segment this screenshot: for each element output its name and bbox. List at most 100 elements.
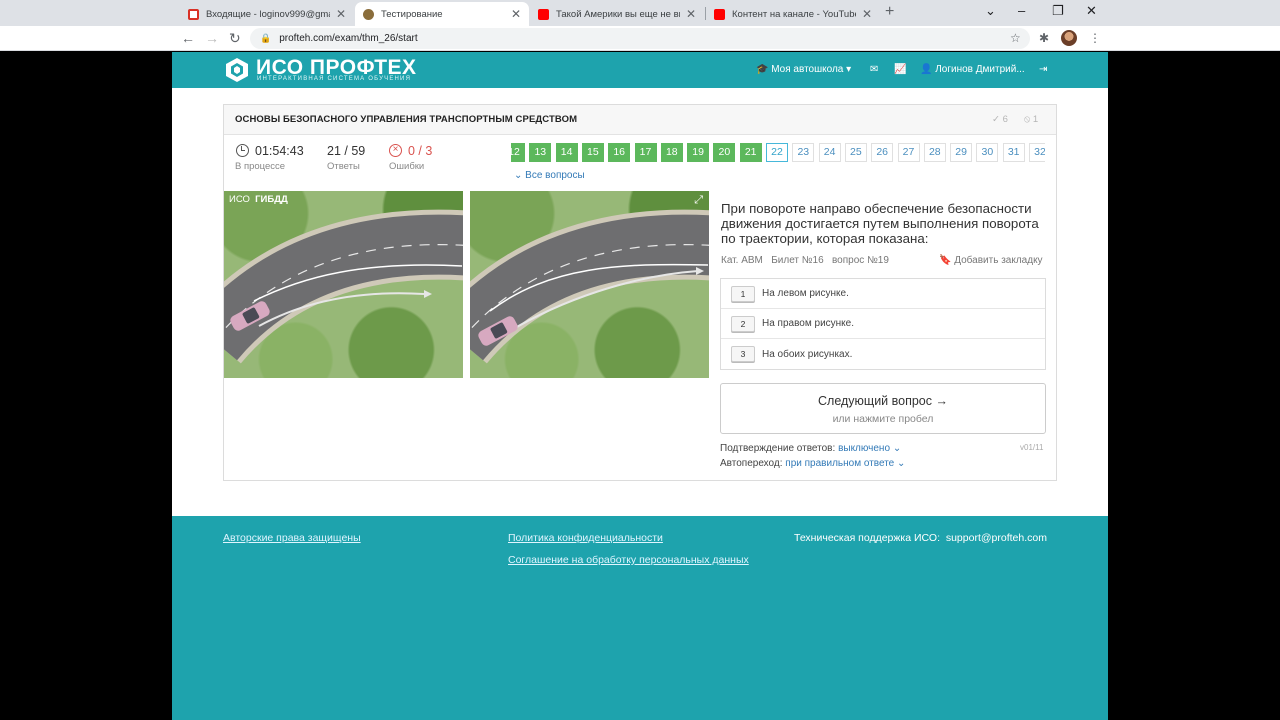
extensions-icon[interactable]: ✱	[1039, 31, 1049, 45]
expand-icon[interactable]: ⤢	[694, 194, 703, 207]
bookmark-label: Добавить закладку	[954, 255, 1043, 266]
tab-title: Контент на канале - YouTube St	[732, 8, 856, 20]
tab-search-icon[interactable]: ⌄	[985, 3, 996, 19]
minimize-icon[interactable]: –	[1018, 3, 1025, 18]
all-questions-label: Все вопросы	[525, 170, 585, 181]
logout-icon[interactable]: ⇥	[1039, 64, 1047, 75]
user-menu[interactable]: 👤 Логинов Дмитрий...	[920, 64, 1025, 75]
youtube-icon	[538, 8, 549, 20]
correct-stat: ✓ 6	[992, 114, 1008, 125]
caret-down-icon: ▾	[846, 64, 852, 75]
reload-icon[interactable]: ↻	[229, 30, 241, 47]
question-number-21[interactable]: 21	[739, 143, 762, 162]
question-number-17[interactable]: 17	[634, 143, 657, 162]
answer-key: 1	[731, 285, 755, 302]
question-number-31[interactable]: 31	[1002, 143, 1025, 162]
browser-tab-youtube-1[interactable]: Такой Америки вы еще не виде ✕	[530, 2, 704, 26]
browser-tab-gmail[interactable]: Входящие - loginov999@gmail.c ✕	[180, 2, 354, 26]
support-email[interactable]: support@profteh.com	[946, 532, 1047, 544]
question-image-right: ⤢	[470, 191, 709, 378]
profile-avatar[interactable]	[1061, 30, 1077, 46]
answer-option-2[interactable]: 2 На правом рисунке.	[721, 309, 1045, 339]
question-number-15[interactable]: 15	[581, 143, 604, 162]
star-icon[interactable]: ☆	[1010, 31, 1021, 45]
answer-option-1[interactable]: 1 На левом рисунке.	[721, 279, 1045, 309]
question-number-14[interactable]: 14	[555, 143, 578, 162]
answer-text: На правом рисунке.	[762, 318, 855, 329]
answer-option-3[interactable]: 3 На обоих рисунках.	[721, 339, 1045, 369]
answers-value: 21 / 59	[327, 144, 366, 158]
close-icon[interactable]: ✕	[511, 7, 521, 21]
chart-icon[interactable]: 📈	[894, 64, 906, 75]
question-number-22[interactable]: 22	[766, 143, 788, 162]
question-image-left: ИСО ГИБДД	[224, 191, 463, 378]
question-number-26[interactable]: 26	[871, 143, 894, 162]
question-text: При повороте направо обеспечение безопас…	[721, 201, 1039, 246]
browser-tab-bar: Входящие - loginov999@gmail.c ✕ Тестиров…	[0, 0, 1280, 26]
close-icon[interactable]: ✕	[336, 7, 346, 21]
url-text: profteh.com/exam/thm_26/start	[279, 33, 418, 44]
question-number-25[interactable]: 25	[844, 143, 867, 162]
site-icon	[363, 8, 374, 20]
confirm-dropdown[interactable]: выключено ⌄	[838, 443, 901, 454]
question-number-24[interactable]: 24	[818, 143, 841, 162]
copyright-link[interactable]: Авторские права защищены	[223, 532, 361, 544]
auto-label: Автопереход:	[720, 458, 783, 469]
badge-gibdd: ГИБДД	[255, 194, 288, 205]
user-icon: 👤	[920, 64, 933, 75]
menu-dots-icon[interactable]: ⋮	[1089, 31, 1101, 45]
question-number-23[interactable]: 23	[792, 143, 815, 162]
browser-tab-youtube-2[interactable]: Контент на канале - YouTube St ✕	[706, 2, 880, 26]
site-footer: Авторские права защищены Политика конфид…	[172, 516, 1108, 720]
question-number-19[interactable]: 19	[687, 143, 710, 162]
question-number-13[interactable]: 13	[529, 143, 552, 162]
exam-card: ОСНОВЫ БЕЗОПАСНОГО УПРАВЛЕНИЯ ТРАНСПОРТН…	[223, 104, 1057, 481]
new-tab-plus-icon[interactable]: +	[885, 3, 894, 21]
agreement-link[interactable]: Соглашение на обработку персональных дан…	[508, 554, 749, 566]
forward-arrow-icon[interactable]: →	[205, 30, 219, 46]
errors-label: Ошибки	[389, 161, 425, 172]
image-badge: ИСО ГИБДД	[229, 194, 288, 205]
address-bar[interactable]: 🔒 profteh.com/exam/thm_26/start	[250, 28, 1030, 49]
timer-label: В процессе	[235, 161, 286, 172]
question-number-27[interactable]: 27	[897, 143, 920, 162]
window-close-icon[interactable]: ✕	[1086, 3, 1097, 19]
road-illustration-right	[470, 209, 709, 364]
question-number-16[interactable]: 16	[608, 143, 631, 162]
answer-text: На обоих рисунках.	[762, 348, 853, 360]
question-number-32[interactable]: 32	[1029, 143, 1045, 162]
answers-label: Ответы	[327, 161, 360, 172]
logo-icon[interactable]	[224, 57, 250, 83]
question-number-28[interactable]: 28	[923, 143, 946, 162]
auto-value: при правильном ответе	[785, 458, 895, 469]
answer-text: На левом рисунке.	[762, 288, 849, 299]
browser-tab-testing[interactable]: Тестирование ✕	[355, 2, 529, 26]
badge-iso: ИСО	[229, 194, 250, 205]
question-number-12[interactable]: 12	[511, 143, 525, 162]
question-number-29[interactable]: 29	[950, 143, 973, 162]
meta-ticket: Билет №16	[771, 255, 824, 266]
school-menu[interactable]: 🎓 Моя автошкола ▾	[756, 64, 851, 75]
all-questions-link[interactable]: ⌄ Все вопросы	[514, 170, 585, 181]
close-icon[interactable]: ✕	[862, 7, 872, 21]
question-number-18[interactable]: 18	[660, 143, 683, 162]
add-bookmark-link[interactable]: 🔖 Добавить закладку	[939, 255, 1043, 266]
answer-list: 1 На левом рисунке. 2 На правом рисунке.…	[720, 278, 1046, 370]
skipped-stat: ⦸ 1	[1024, 114, 1038, 125]
close-icon[interactable]: ✕	[686, 7, 696, 21]
back-arrow-icon[interactable]: ←	[181, 30, 195, 46]
school-menu-label: Моя автошкола	[771, 64, 844, 75]
support-info: Техническая поддержка ИСО: support@proft…	[794, 532, 1047, 544]
privacy-link[interactable]: Политика конфиденциальности	[508, 532, 663, 544]
site-header: ИСО ПРОФТЕХ ИНТЕРАКТИВНАЯ СИСТЕМА ОБУЧЕН…	[172, 52, 1108, 88]
question-number-20[interactable]: 20	[713, 143, 736, 162]
auto-dropdown[interactable]: при правильном ответе ⌄	[785, 458, 905, 469]
restore-icon[interactable]: ❐	[1052, 3, 1064, 19]
next-question-hint: или нажмите пробел	[832, 413, 934, 425]
exam-card-header: ОСНОВЫ БЕЗОПАСНОГО УПРАВЛЕНИЯ ТРАНСПОРТН…	[224, 105, 1056, 135]
next-question-button[interactable]: Следующий вопрос → или нажмите пробел	[720, 383, 1046, 434]
question-number-30[interactable]: 30	[976, 143, 999, 162]
envelope-icon[interactable]: ✉	[870, 64, 878, 75]
skipped-count: 1	[1032, 114, 1039, 125]
user-name: Логинов Дмитрий...	[935, 64, 1025, 75]
